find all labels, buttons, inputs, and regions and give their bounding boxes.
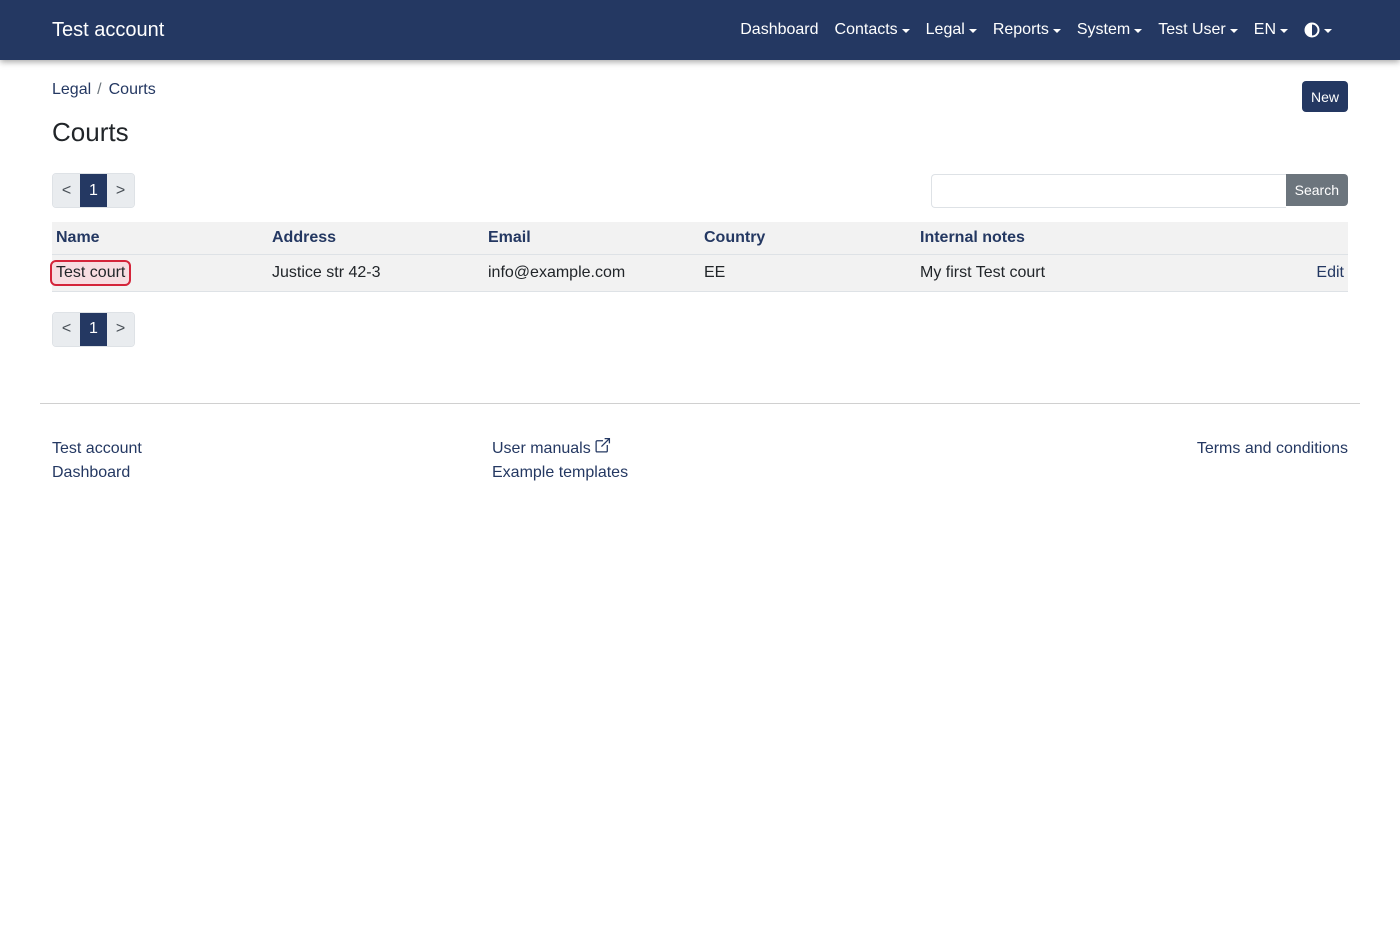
nav-system-dropdown[interactable]: System [1069, 21, 1150, 39]
search-button[interactable]: Search [1285, 173, 1348, 206]
pagination-prev-button[interactable]: < [53, 312, 80, 346]
court-name-link[interactable]: Test court [50, 259, 132, 286]
pagination-next-button[interactable]: > [107, 312, 134, 346]
column-header-email[interactable]: Email [484, 222, 700, 255]
cell-email: info@example.com [484, 254, 700, 292]
edit-link[interactable]: Edit [1316, 264, 1344, 281]
footer-column-1: Test account Dashboard [52, 437, 492, 485]
footer-link-example-templates[interactable]: Example templates [492, 461, 932, 485]
footer-column-3: Terms and conditions [1197, 437, 1348, 485]
external-link-icon [595, 437, 610, 453]
nav-theme-dropdown[interactable] [1296, 22, 1340, 38]
footer-column-2: User manuals Example templates [492, 437, 932, 485]
column-header-actions [1268, 222, 1348, 255]
caret-down-icon [1324, 28, 1332, 33]
caret-down-icon [1280, 28, 1288, 33]
cell-name: Test court [50, 254, 268, 292]
pagination-next-button[interactable]: > [107, 174, 134, 207]
page-title: Courts [52, 117, 129, 147]
top-navbar: Test account Dashboard Contacts Legal Re… [0, 0, 1400, 60]
table-header-row: Name Address Email Country Internal note… [52, 222, 1348, 255]
contrast-half-circle-icon [1304, 22, 1320, 38]
cell-address: Justice str 42-3 [268, 254, 484, 292]
column-header-internal-notes[interactable]: Internal notes [916, 222, 1268, 255]
footer-link-dashboard[interactable]: Dashboard [52, 461, 492, 485]
new-button[interactable]: New [1301, 81, 1348, 112]
cell-internal-notes: My first Test court [916, 254, 1268, 292]
column-header-address[interactable]: Address [268, 222, 484, 255]
footer: Test account Dashboard User manuals Exam… [0, 404, 1400, 485]
table-row: Test court Justice str 42-3 info@example… [50, 254, 1348, 292]
cell-country: EE [700, 254, 916, 292]
nav-legal-dropdown[interactable]: Legal [918, 21, 985, 39]
footer-link-account[interactable]: Test account [52, 437, 492, 461]
main-content: Legal / Courts New Courts < 1 > Search N… [0, 60, 1400, 347]
cell-actions: Edit [1268, 254, 1348, 292]
footer-link-user-manuals[interactable]: User manuals [492, 437, 932, 461]
nav-reports-dropdown[interactable]: Reports [985, 21, 1069, 39]
nav-language-dropdown[interactable]: EN [1246, 21, 1296, 39]
caret-down-icon [901, 28, 910, 33]
breadcrumb-separator: / [97, 81, 102, 98]
caret-down-icon [1134, 28, 1143, 33]
breadcrumb-courts[interactable]: Courts [109, 81, 156, 99]
breadcrumb: Legal / Courts [52, 81, 156, 99]
pagination-top: < 1 > [52, 173, 135, 208]
courts-table: Name Address Email Country Internal note… [50, 222, 1348, 292]
nav-user-dropdown[interactable]: Test User [1150, 21, 1246, 39]
nav-contacts-dropdown[interactable]: Contacts [827, 21, 918, 39]
column-header-country[interactable]: Country [700, 222, 916, 255]
nav-menu: Dashboard Contacts Legal Reports System … [732, 0, 1340, 60]
brand-title[interactable]: Test account [52, 19, 164, 42]
column-header-name[interactable]: Name [52, 222, 268, 255]
search-form: Search [930, 173, 1348, 208]
search-input[interactable] [930, 173, 1286, 208]
caret-down-icon [1052, 28, 1061, 33]
pagination-page-1[interactable]: 1 [80, 174, 107, 207]
breadcrumb-legal[interactable]: Legal [52, 81, 91, 99]
pagination-prev-button[interactable]: < [53, 174, 80, 207]
pagination-bottom: < 1 > [52, 311, 135, 347]
caret-down-icon [968, 28, 977, 33]
caret-down-icon [1229, 28, 1238, 33]
nav-dashboard[interactable]: Dashboard [732, 21, 826, 39]
pagination-page-1[interactable]: 1 [80, 312, 107, 346]
footer-link-terms[interactable]: Terms and conditions [1197, 437, 1348, 461]
